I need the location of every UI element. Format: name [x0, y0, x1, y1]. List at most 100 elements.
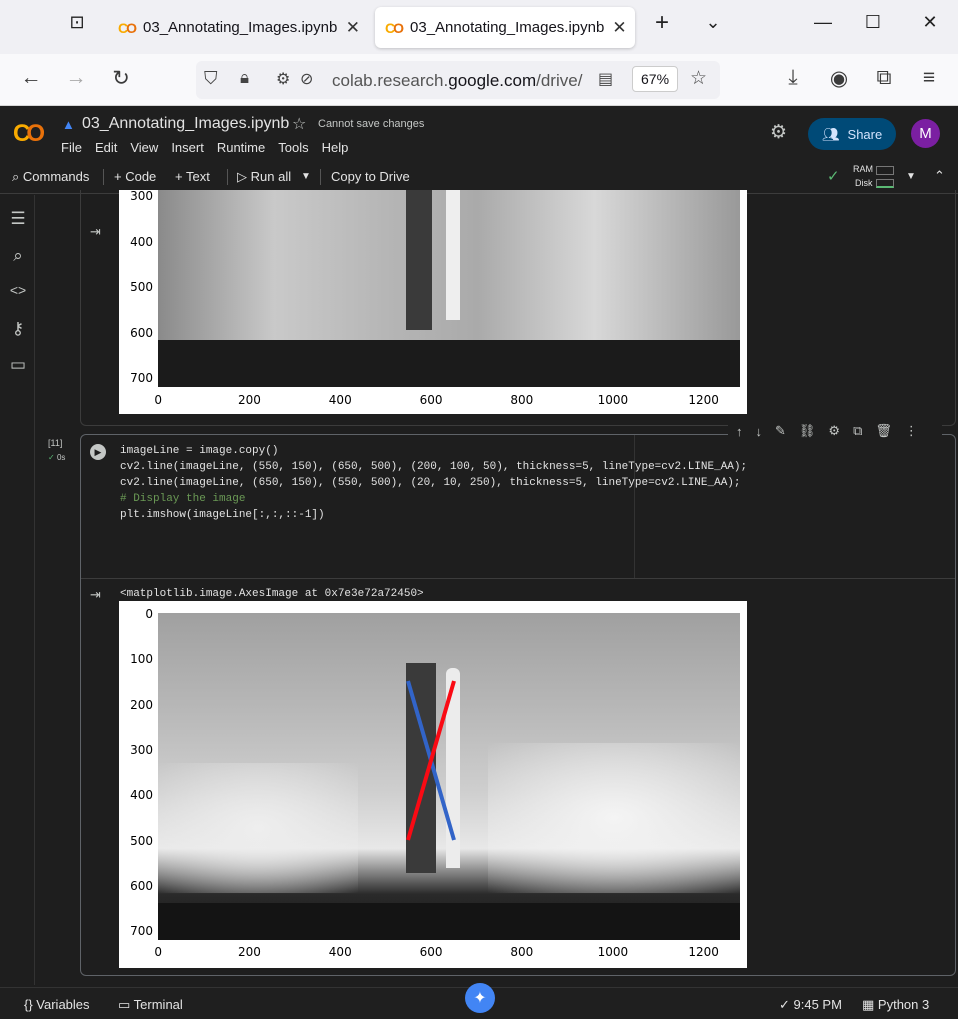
link-icon[interactable]: ⛓ — [799, 423, 816, 439]
output-toggle-icon[interactable]: ⇥ — [90, 587, 101, 603]
execution-time-value: 0s — [56, 453, 66, 462]
cell-action-toolbar: ↑ ↓ ✎ ⛓ ⚙ ⧉ 🗑︎ ⋮ — [728, 420, 942, 442]
close-window-icon[interactable]: ✕ — [915, 12, 945, 33]
code-snippets-icon[interactable]: <> — [6, 282, 30, 298]
code-editor[interactable]: ▶ imageLine = image.copy() cv2.line(image… — [81, 435, 955, 579]
commands-label: Commands — [22, 169, 90, 184]
disk-meter[interactable] — [876, 179, 894, 188]
notebook-title[interactable]: 03_Annotating_Images.ipynb — [82, 115, 289, 133]
menu-edit[interactable]: Edit — [95, 140, 117, 155]
share-label: Share — [847, 126, 883, 142]
run-all-label: Run all — [250, 169, 292, 184]
menu-insert[interactable]: Insert — [171, 140, 204, 155]
colab-logo[interactable]: CO — [13, 120, 45, 148]
secrets-key-icon[interactable]: ⚷ — [6, 319, 30, 339]
bookmark-star-icon[interactable]: ☆ — [690, 67, 707, 90]
add-code-button[interactable]: + Code — [114, 169, 156, 184]
reload-icon[interactable]: ↻ — [106, 66, 136, 91]
permissions-icon[interactable]: ⚙︎ — [276, 69, 290, 89]
last-run-status[interactable]: ✓ 9:45 PM — [779, 997, 842, 1013]
cell-settings-icon[interactable]: ⚙ — [828, 423, 840, 439]
find-icon[interactable]: ⌕ — [6, 246, 30, 266]
maximize-icon[interactable]: ☐ — [858, 12, 888, 33]
x-tick-label: 800 — [510, 393, 534, 407]
delete-icon[interactable]: 🗑︎ — [875, 423, 892, 439]
mirror-cell-icon[interactable]: ⧉ — [853, 423, 862, 439]
url-text[interactable]: colab.research.google.com/drive/ — [332, 71, 582, 91]
code-cell-11[interactable]: ▶ imageLine = image.copy() cv2.line(image… — [80, 434, 956, 976]
left-sidebar: ☰ ⌕ <> ⚷ ▭ — [0, 195, 35, 985]
output-toggle-icon[interactable]: ⇥ — [90, 224, 101, 240]
variables-button[interactable]: {} Variables — [24, 997, 90, 1012]
reader-view-icon[interactable]: ▤ — [598, 69, 613, 89]
avatar[interactable]: M — [911, 119, 940, 148]
y-tick-label: 300 — [130, 742, 153, 757]
zoom-level[interactable]: 67% — [632, 66, 679, 92]
x-tick-label: 400 — [328, 393, 352, 407]
minimize-icon[interactable]: — — [808, 12, 838, 33]
account-icon[interactable]: ◉ — [824, 66, 854, 91]
x-tick-label: 1200 — [688, 393, 719, 407]
shield-icon[interactable]: ⛉ — [204, 68, 218, 89]
browser-tab-1[interactable]: CO 03_Annotating_Images.ipynb ✕ — [108, 7, 370, 48]
runtime-button[interactable]: ▦ Python 3 — [862, 997, 929, 1013]
google-drive-icon[interactable]: ▲ — [62, 117, 75, 132]
ram-meter[interactable] — [876, 166, 894, 175]
tracking-blocked-icon[interactable]: ⊘ — [300, 69, 313, 89]
collapse-chevron-icon[interactable]: ⌃ — [934, 168, 945, 184]
more-options-icon[interactable]: ⋮ — [905, 423, 918, 439]
settings-gear-icon[interactable]: ⚙ — [770, 121, 787, 144]
extensions-icon[interactable]: ⧉ — [869, 66, 899, 90]
move-up-icon[interactable]: ↑ — [736, 424, 743, 439]
y-tick-label: 700 — [130, 371, 153, 385]
x-tick-label: 600 — [419, 393, 443, 407]
close-tab-icon[interactable]: ✕ — [346, 18, 360, 38]
execution-time: ✓ 0s — [48, 453, 65, 462]
play-icon: ▷ — [237, 169, 247, 184]
gemini-sparkle-icon[interactable]: ✦ — [465, 983, 495, 1013]
add-text-button[interactable]: + Text — [175, 169, 210, 184]
app-menu-icon[interactable]: ≡ — [914, 66, 944, 90]
back-icon[interactable]: ← — [16, 66, 46, 90]
treeline — [158, 340, 740, 387]
divider — [227, 169, 228, 185]
menu-tools[interactable]: Tools — [278, 140, 308, 155]
url-bar[interactable]: ⛉ 🔒︎ ⚙︎ ⊘ colab.research.google.com/driv… — [196, 61, 720, 99]
copy-to-drive-button[interactable]: Copy to Drive — [331, 169, 410, 184]
x-tick-label: 1200 — [688, 945, 719, 959]
menu-runtime[interactable]: Runtime — [217, 140, 265, 155]
x-tick-label: 800 — [510, 945, 534, 959]
run-cell-button[interactable]: ▶ — [90, 444, 106, 460]
forward-icon[interactable]: → — [61, 66, 91, 90]
x-tick-label: 1000 — [597, 945, 629, 959]
code-comment: # Display the image — [120, 493, 246, 505]
execution-count: [11] — [48, 438, 63, 448]
terminal-button[interactable]: ▭ Terminal — [118, 997, 183, 1013]
move-down-icon[interactable]: ↓ — [756, 424, 763, 439]
tab-list-chevron-icon[interactable]: ⌄ — [698, 12, 728, 33]
commands-button[interactable]: ⌕ Commands — [12, 169, 89, 185]
new-tab-icon[interactable]: + — [647, 9, 677, 37]
y-tick-label: 500 — [130, 280, 153, 294]
share-button[interactable]: 👥︎ Share — [808, 118, 896, 150]
menu-view[interactable]: View — [130, 140, 158, 155]
menu-file[interactable]: File — [61, 140, 82, 155]
y-tick-label: 0 — [145, 607, 153, 621]
tab-overview-icon[interactable]: ⊡ — [62, 12, 92, 33]
menu-help[interactable]: Help — [322, 140, 349, 155]
files-folder-icon[interactable]: ▭ — [6, 355, 30, 375]
x-tick-label: 200 — [238, 393, 261, 407]
table-of-contents-icon[interactable]: ☰ — [6, 209, 30, 229]
resources-dropdown-icon[interactable]: ▼ — [906, 171, 916, 182]
run-all-button[interactable]: ▷ Run all — [237, 169, 291, 185]
edit-wand-icon[interactable]: ✎ — [775, 423, 786, 439]
menu-bar: File Edit View Insert Runtime Tools Help — [61, 140, 348, 155]
run-all-dropdown-icon[interactable]: ▼ — [301, 171, 311, 182]
variables-label: Variables — [36, 997, 90, 1012]
code-text[interactable]: imageLine = image.copy() cv2.line(imageLi… — [120, 443, 747, 523]
close-tab-icon[interactable]: ✕ — [612, 18, 626, 38]
lock-icon[interactable]: 🔒︎ — [240, 68, 249, 88]
downloads-icon[interactable]: ⤓ — [778, 66, 808, 90]
star-icon[interactable]: ☆ — [292, 114, 306, 134]
browser-tab-2[interactable]: CO 03_Annotating_Images.ipynb ✕ — [375, 7, 635, 48]
